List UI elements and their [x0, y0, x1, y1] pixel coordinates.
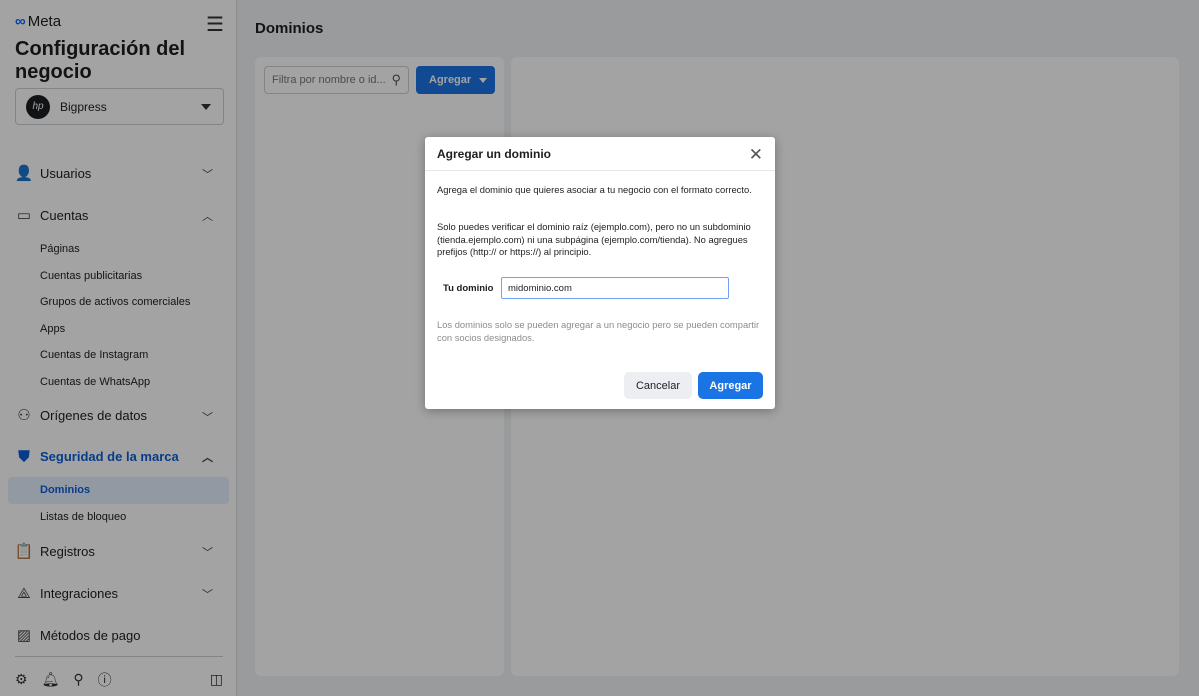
divider	[425, 170, 775, 171]
cancel-button[interactable]: Cancelar	[624, 372, 692, 399]
close-icon[interactable]: ✕	[749, 145, 763, 165]
domain-input[interactable]: midominio.com	[501, 277, 729, 299]
dialog-title: Agregar un dominio	[437, 147, 551, 161]
submit-add-button[interactable]: Agregar	[698, 372, 763, 399]
dialog-note: Los dominios solo se pueden agregar a un…	[437, 319, 760, 343]
dialog-instructions: Solo puedes verificar el dominio raíz (e…	[437, 221, 751, 257]
dialog-intro: Agrega el dominio que quieres asociar a …	[437, 184, 752, 195]
domain-field-label: Tu dominio	[443, 283, 494, 294]
add-domain-dialog: Agregar un dominio ✕ Agrega el dominio q…	[425, 137, 775, 409]
